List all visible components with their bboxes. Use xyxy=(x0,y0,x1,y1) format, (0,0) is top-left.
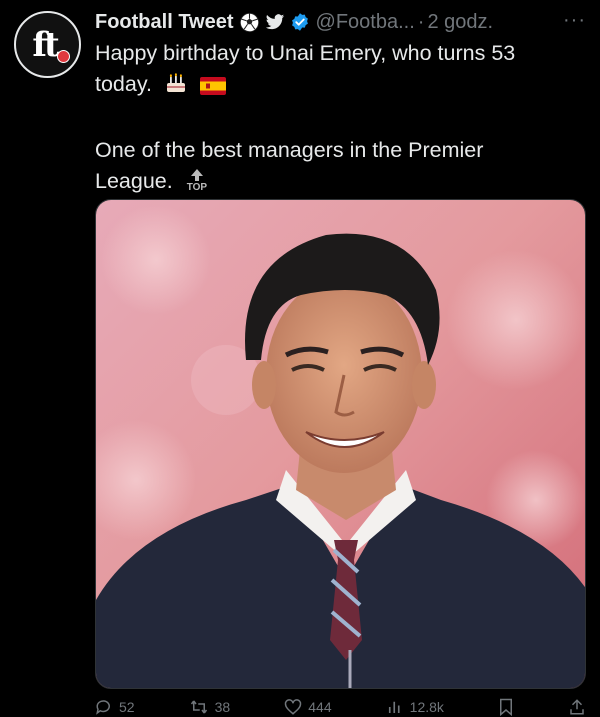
share-button[interactable] xyxy=(568,697,586,717)
share-icon xyxy=(570,699,584,715)
reply-button[interactable]: 52 xyxy=(95,697,135,717)
views-icon xyxy=(388,701,400,713)
views-button[interactable]: 12.8k xyxy=(386,697,444,717)
verified-badge-icon xyxy=(290,12,310,32)
tweet-text-line2: One of the best managers in the Premier … xyxy=(95,138,484,193)
tweet-photo[interactable] xyxy=(95,199,586,689)
retweet-button[interactable]: 38 xyxy=(189,697,231,717)
tweet-actions: 52 38 444 12.8k xyxy=(95,697,586,717)
heart-icon xyxy=(285,699,302,715)
separator-dot: · xyxy=(417,10,425,33)
like-button[interactable]: 444 xyxy=(284,697,332,717)
avatar-logo-text: ft xyxy=(32,24,59,65)
retweet-icon xyxy=(190,700,207,714)
tweet-text-line1: Happy birthday to Unai Emery, who turns … xyxy=(95,41,516,96)
spain-flag-icon xyxy=(199,73,226,104)
reply-icon xyxy=(96,700,110,715)
author-name[interactable]: Football Tweet xyxy=(95,11,234,34)
top-arrow-icon: TOP xyxy=(186,169,208,193)
timestamp[interactable]: 2 godz. xyxy=(427,11,493,34)
tweet-header: Football Tweet @Footba... · 2 godz. ··· xyxy=(95,9,590,35)
top-badge-label: TOP xyxy=(186,182,208,193)
soccer-ball-icon xyxy=(239,12,260,33)
photo-image xyxy=(96,200,585,688)
tweet-paragraph-2: One of the best managers in the Premier … xyxy=(95,135,565,197)
views-count: 12.8k xyxy=(409,699,444,715)
birthday-cake-icon xyxy=(164,71,188,104)
twitter-bird-icon xyxy=(265,13,285,31)
tweet-paragraph-1: Happy birthday to Unai Emery, who turns … xyxy=(95,38,565,104)
bookmark-button[interactable] xyxy=(498,697,514,717)
like-count: 444 xyxy=(308,699,332,715)
tweet-text: Happy birthday to Unai Emery, who turns … xyxy=(95,38,565,197)
more-options-icon[interactable]: ··· xyxy=(563,9,586,32)
bookmark-icon xyxy=(499,698,512,716)
reply-count: 52 xyxy=(119,699,135,715)
avatar[interactable]: ft xyxy=(14,11,81,78)
retweet-count: 38 xyxy=(214,699,231,715)
author-handle[interactable]: @Footba... xyxy=(316,11,415,34)
football-badge-icon xyxy=(57,50,70,63)
